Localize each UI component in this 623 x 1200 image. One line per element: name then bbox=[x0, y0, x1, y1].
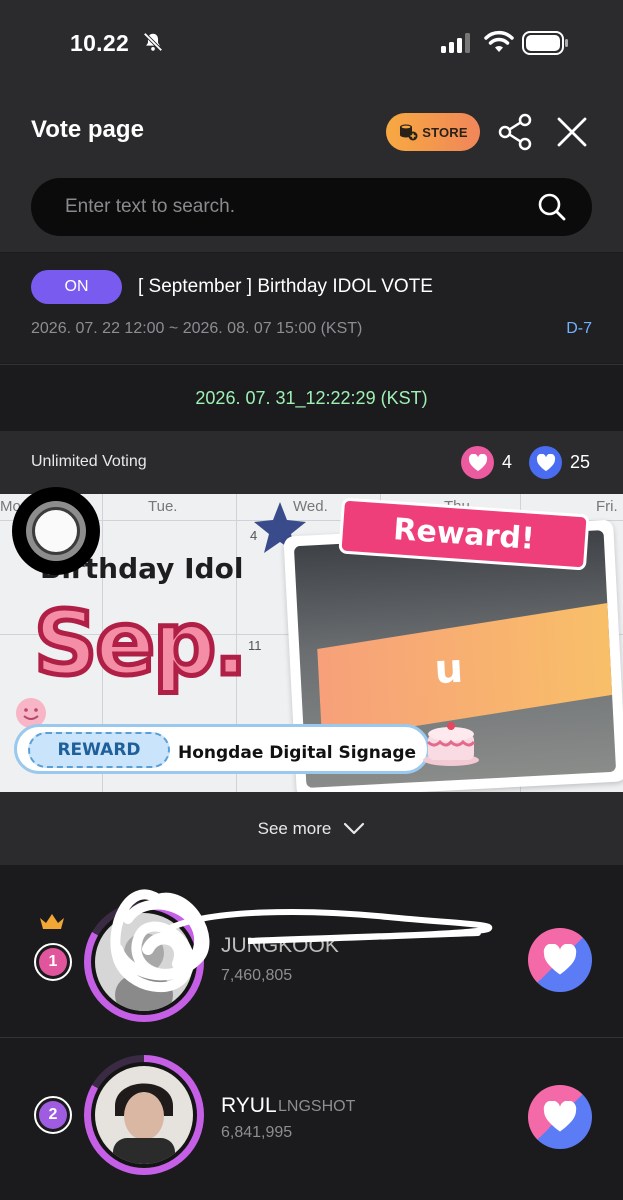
heart-icon bbox=[543, 1101, 577, 1132]
vote-period: 2026. 07. 22 12:00 ~ 2026. 08. 07 15:00 … bbox=[31, 320, 363, 337]
heart-icon bbox=[543, 944, 577, 975]
idol-group: LNGSHOT bbox=[278, 1098, 356, 1115]
search-input[interactable] bbox=[65, 178, 535, 236]
reward-description: Hongdae Digital Signage bbox=[178, 743, 417, 763]
search-icon[interactable] bbox=[537, 192, 567, 222]
idol-vote-count: 6,841,995 bbox=[221, 1124, 293, 1141]
vote-heart-button[interactable] bbox=[528, 1085, 592, 1149]
blue-heart-icon bbox=[529, 446, 562, 479]
wifi-icon bbox=[484, 30, 514, 52]
rank-badge: 2 bbox=[34, 1096, 72, 1134]
floating-touch-button[interactable] bbox=[12, 487, 100, 575]
crown-icon bbox=[40, 914, 64, 929]
battery-icon bbox=[522, 31, 568, 55]
signal-icon bbox=[441, 33, 470, 53]
page-title: Vote page bbox=[31, 116, 144, 143]
coins-icon bbox=[400, 124, 418, 141]
ranking-row[interactable]: 2 RYUL LNGSHOT 6,841,995 bbox=[0, 1037, 623, 1187]
ranking-row[interactable]: 1 JUNGKOOK 7,460,805 bbox=[0, 887, 623, 1037]
d-day-badge: D-7 bbox=[566, 320, 592, 337]
share-icon[interactable] bbox=[497, 113, 535, 151]
signage-logo: u bbox=[433, 645, 465, 694]
status-bar: 10.22 bbox=[0, 0, 623, 86]
avatar bbox=[84, 1055, 204, 1175]
current-time: 2026. 07. 31_12:22:29 (KST) bbox=[195, 388, 428, 408]
idol-name: RYUL bbox=[221, 1094, 277, 1117]
pink-heart-count: 4 bbox=[502, 452, 513, 472]
rank-badge: 1 bbox=[34, 943, 72, 981]
rank-number: 1 bbox=[39, 948, 67, 976]
pink-heart-icon bbox=[461, 446, 494, 479]
see-more-button[interactable]: See more bbox=[0, 792, 623, 865]
vote-heart-button[interactable] bbox=[528, 928, 592, 992]
avatar-photo bbox=[95, 1066, 193, 1164]
rank-number: 2 bbox=[39, 1101, 67, 1129]
status-badge: ON bbox=[31, 270, 122, 304]
banner-month: Sep. bbox=[31, 590, 250, 698]
calendar-day: Tue. bbox=[148, 498, 178, 515]
calendar-date: 11 bbox=[248, 638, 262, 653]
cake-icon bbox=[423, 722, 479, 766]
floating-button-ring bbox=[26, 501, 86, 561]
voting-row: Unlimited Voting 4 25 bbox=[0, 431, 623, 494]
vote-info: ON [ September ] Birthday IDOL VOTE 2026… bbox=[0, 252, 623, 363]
store-label: STORE bbox=[422, 124, 468, 140]
see-more-label: See more bbox=[257, 818, 332, 838]
vote-title: [ September ] Birthday IDOL VOTE bbox=[138, 276, 433, 297]
timer-bar: 2026. 07. 31_12:22:29 (KST) bbox=[0, 364, 623, 430]
scribble-overlay bbox=[110, 889, 493, 992]
status-time: 10.22 bbox=[70, 30, 130, 56]
close-icon[interactable] bbox=[555, 115, 589, 149]
calendar-day: Fri. bbox=[596, 498, 618, 515]
chevron-down-icon bbox=[344, 822, 365, 834]
store-button[interactable]: STORE bbox=[386, 113, 480, 151]
voting-label: Unlimited Voting bbox=[31, 453, 147, 470]
blue-heart-count: 25 bbox=[570, 452, 591, 472]
reward-ribbon-text: Reward! bbox=[392, 511, 536, 557]
bell-muted-icon bbox=[143, 32, 163, 52]
reward-tag: REWARD bbox=[28, 732, 170, 768]
header: Vote page STORE bbox=[0, 86, 623, 252]
floating-button-core bbox=[32, 507, 80, 555]
search-bar bbox=[31, 178, 592, 236]
